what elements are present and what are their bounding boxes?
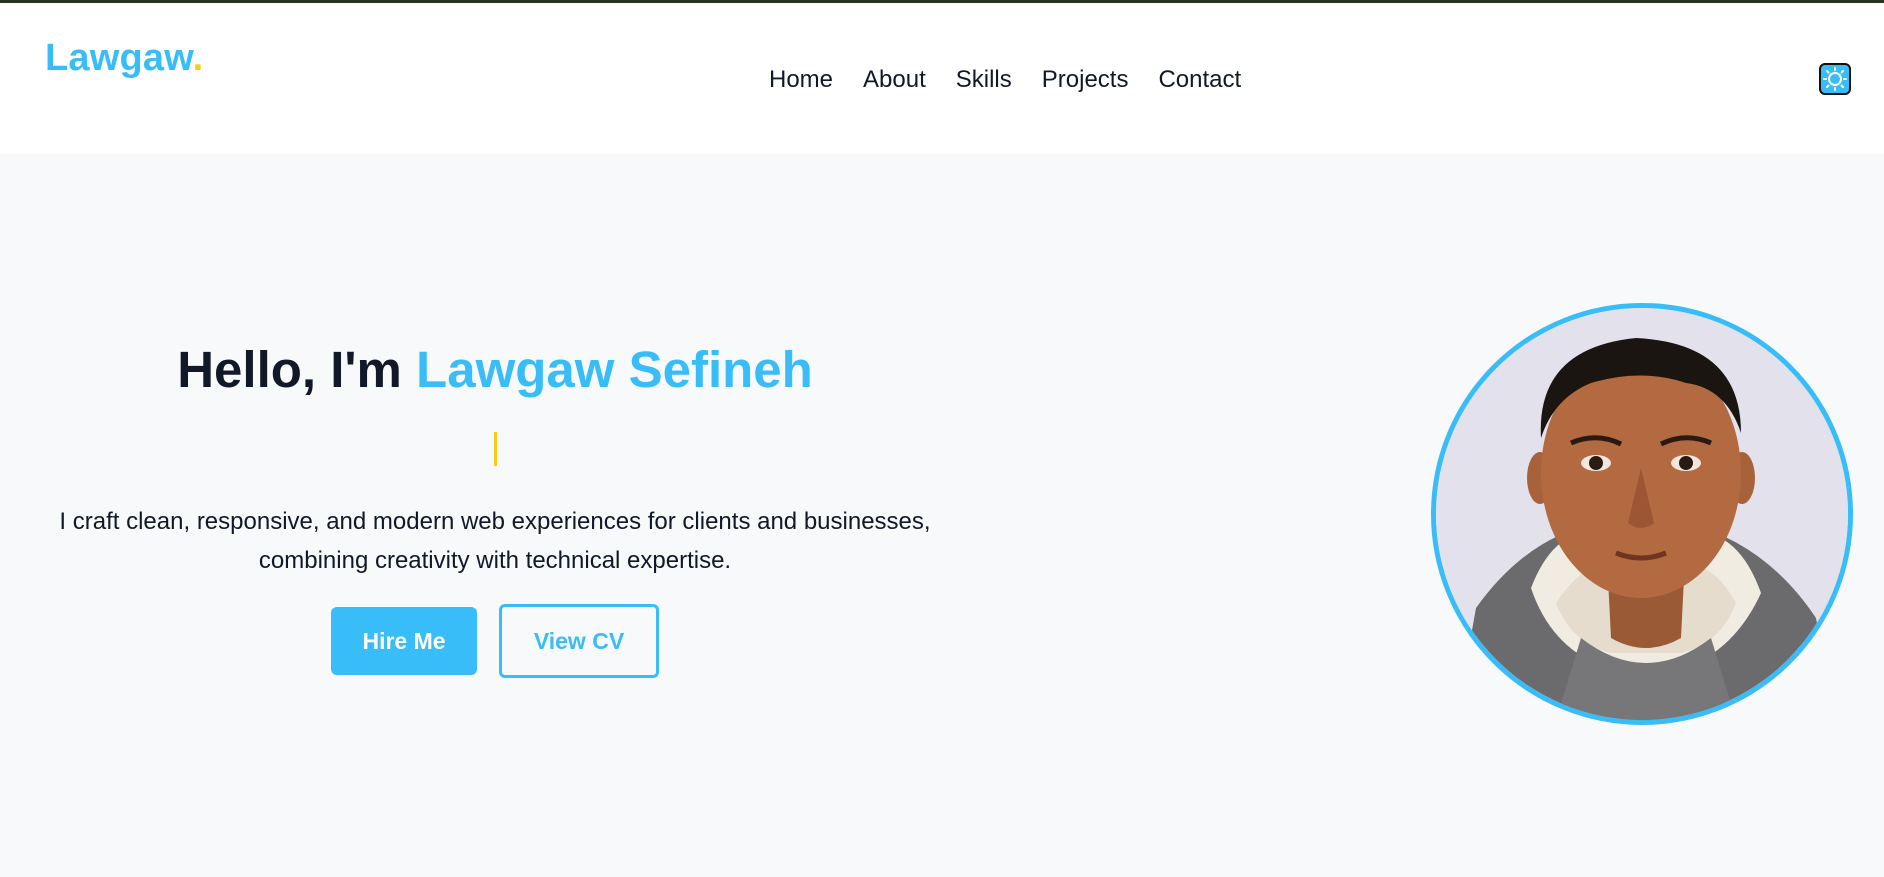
typing-cursor (493, 432, 497, 466)
sun-icon (1823, 67, 1847, 91)
view-cv-button[interactable]: View CV (499, 604, 659, 678)
nav-about[interactable]: About (863, 65, 926, 95)
site-header: Lawgaw. Home About Skills Projects Conta… (0, 3, 1884, 154)
hero-description-line1: I craft clean, responsive, and modern we… (59, 508, 931, 535)
logo[interactable]: Lawgaw. (45, 37, 203, 80)
nav-home[interactable]: Home (769, 65, 833, 95)
hero-description-line2: combining creativity with technical expe… (258, 547, 732, 574)
hero-description: I craft clean, responsive, and modern we… (45, 502, 945, 580)
nav-skills[interactable]: Skills (956, 65, 1012, 95)
logo-text: Lawgaw (45, 37, 193, 79)
nav-contact[interactable]: Contact (1158, 65, 1241, 95)
hero-buttons: Hire Me View CV (331, 604, 659, 678)
hero-name: Lawgaw Sefineh (416, 341, 813, 398)
hero-section: Hello, I'm Lawgaw Sefineh I craft clean,… (40, 330, 950, 580)
profile-photo-image (1436, 308, 1848, 720)
hero-heading: Hello, I'm Lawgaw Sefineh (40, 330, 950, 410)
hero-greeting: Hello, I'm (177, 341, 402, 398)
nav-projects[interactable]: Projects (1042, 65, 1129, 95)
main-nav: Home About Skills Projects Contact (769, 65, 1241, 95)
theme-toggle-button[interactable] (1819, 63, 1851, 95)
profile-photo (1431, 303, 1853, 725)
hire-me-button[interactable]: Hire Me (331, 607, 477, 675)
logo-dot: . (192, 37, 204, 79)
